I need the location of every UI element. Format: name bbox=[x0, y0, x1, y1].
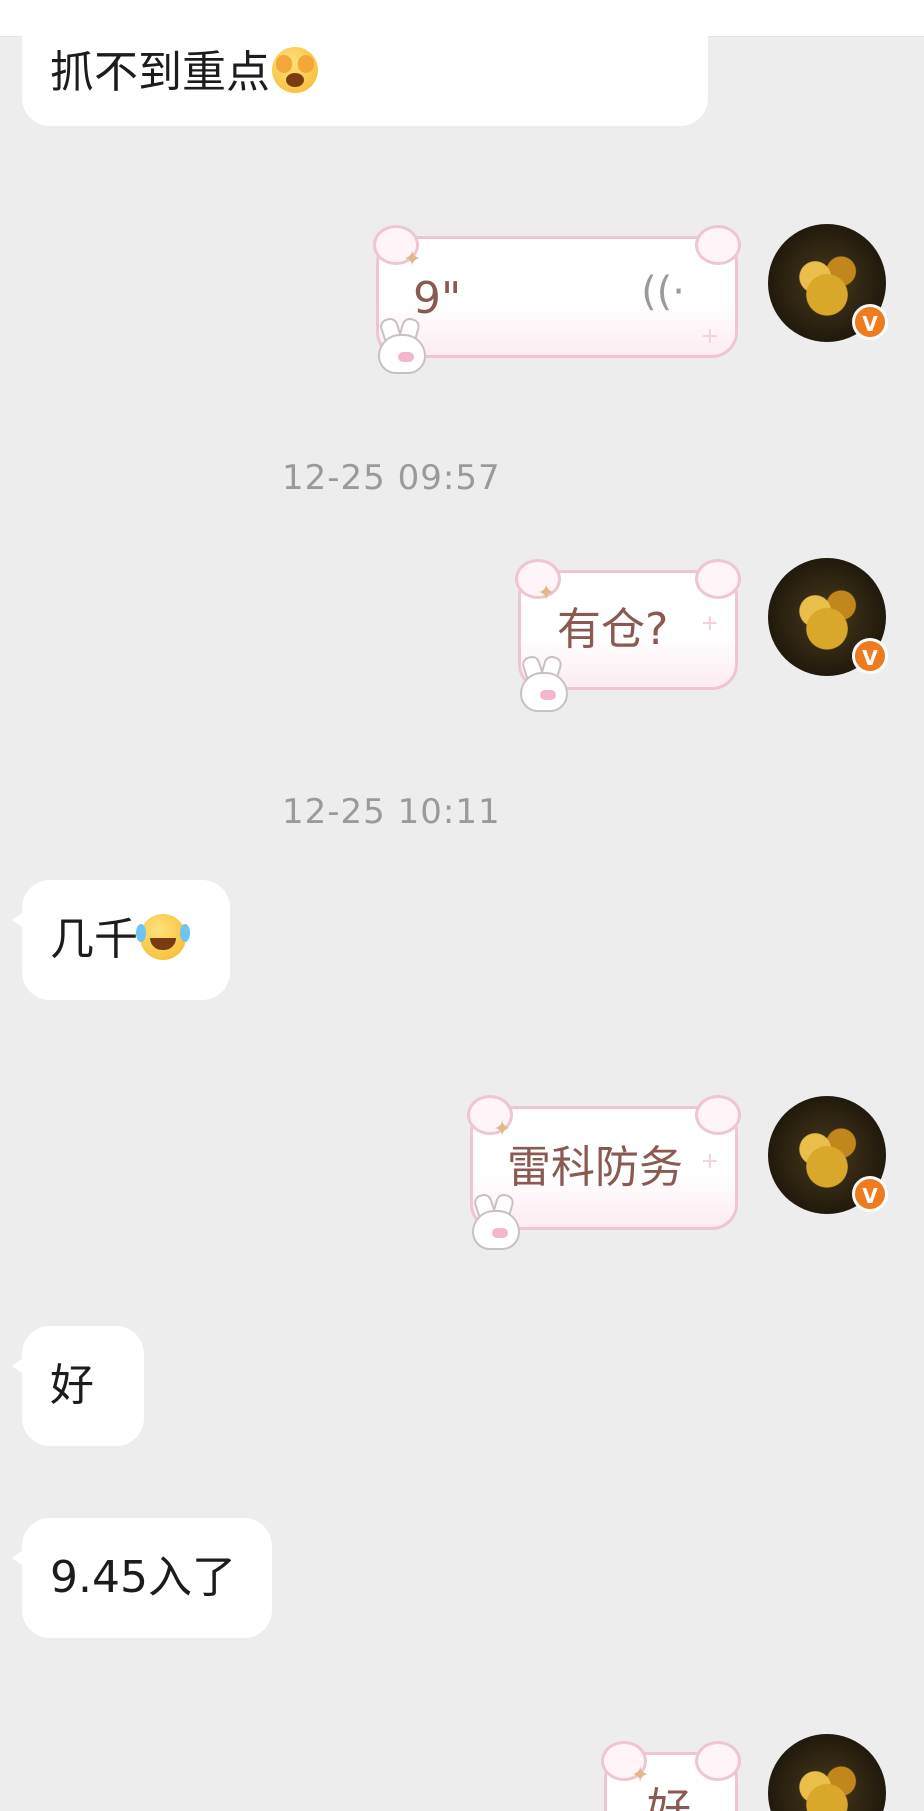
timestamp: 12-25 09:57 bbox=[282, 458, 501, 498]
message-text: 好 bbox=[647, 1784, 691, 1811]
bunny-sticker-icon bbox=[466, 1191, 520, 1250]
bunny-sticker-icon bbox=[514, 653, 568, 712]
message-text: 雷科防务 bbox=[507, 1142, 683, 1193]
sparkle-icon: + bbox=[700, 1149, 719, 1174]
outgoing-message[interactable]: ✦ 好 bbox=[601, 1741, 741, 1811]
message-text: 有仓? bbox=[557, 604, 669, 655]
bunny-sticker-icon bbox=[372, 315, 426, 374]
verified-badge-icon: V bbox=[852, 304, 888, 340]
incoming-message[interactable]: 抓不到重点 bbox=[22, 20, 708, 126]
avatar[interactable]: V bbox=[768, 224, 888, 342]
message-text: 9.45入了 bbox=[50, 1552, 236, 1603]
verified-badge-icon: V bbox=[852, 638, 888, 674]
bubble-ear-decoration bbox=[695, 225, 741, 265]
avatar[interactable]: V bbox=[768, 558, 888, 676]
sparkle-icon: ✦ bbox=[537, 581, 556, 606]
message-text: 抓不到重点 bbox=[50, 47, 270, 98]
timestamp: 12-25 10:11 bbox=[282, 792, 501, 832]
sparkle-icon: ✦ bbox=[403, 247, 422, 272]
face-with-hands-over-eyes-emoji bbox=[272, 47, 318, 93]
incoming-message[interactable]: 好 bbox=[12, 1326, 144, 1446]
avatar[interactable]: V bbox=[768, 1734, 886, 1811]
message-text: 几千 bbox=[50, 914, 138, 965]
rolling-laughing-emoji bbox=[136, 914, 190, 960]
voice-wave-icon: ((· bbox=[641, 269, 685, 315]
incoming-message[interactable]: 几千 bbox=[12, 880, 230, 1000]
incoming-message[interactable]: 9.45入了 bbox=[12, 1518, 272, 1638]
sparkle-icon: ✦ bbox=[493, 1117, 512, 1142]
avatar[interactable]: V bbox=[768, 1096, 888, 1214]
bubble-ear-decoration bbox=[695, 1741, 741, 1781]
chat-screen: 抓不到重点 ✦ + 9" ((· V 12-25 09:57 ✦ + 有仓? V… bbox=[0, 0, 924, 1811]
outgoing-voice-message[interactable]: ✦ + 9" ((· bbox=[373, 225, 741, 358]
sparkle-icon: + bbox=[700, 611, 719, 636]
sparkle-icon: + bbox=[700, 324, 719, 349]
message-text: 好 bbox=[50, 1360, 94, 1411]
sparkle-icon: ✦ bbox=[631, 1763, 650, 1788]
verified-badge-icon: V bbox=[852, 1176, 888, 1212]
